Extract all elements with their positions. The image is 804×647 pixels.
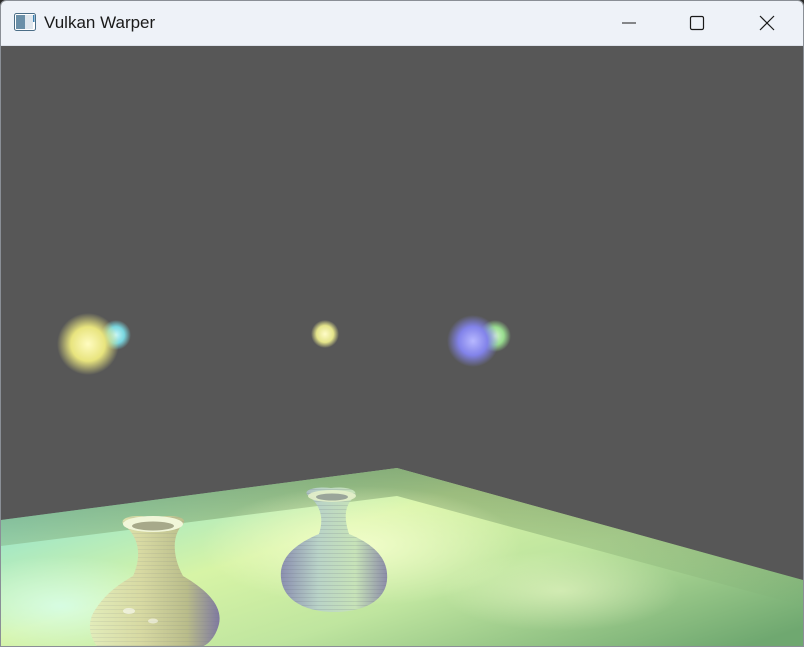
title-bar[interactable]: Vulkan Warper xyxy=(1,1,803,46)
window-title: Vulkan Warper xyxy=(44,13,156,32)
app-window-icon xyxy=(14,13,36,31)
minimize-button[interactable] xyxy=(595,1,663,45)
blue-light-sphere xyxy=(447,315,499,367)
maximize-icon xyxy=(689,15,705,31)
render-viewport[interactable] xyxy=(1,46,803,646)
minimize-icon xyxy=(622,22,636,24)
close-icon xyxy=(759,15,775,31)
yellow-light-sphere xyxy=(57,313,119,375)
close-button[interactable] xyxy=(733,1,801,45)
small-yellow-light-sphere xyxy=(311,320,339,348)
maximize-button[interactable] xyxy=(663,1,731,45)
app-window: Vulkan Warper xyxy=(0,0,804,647)
